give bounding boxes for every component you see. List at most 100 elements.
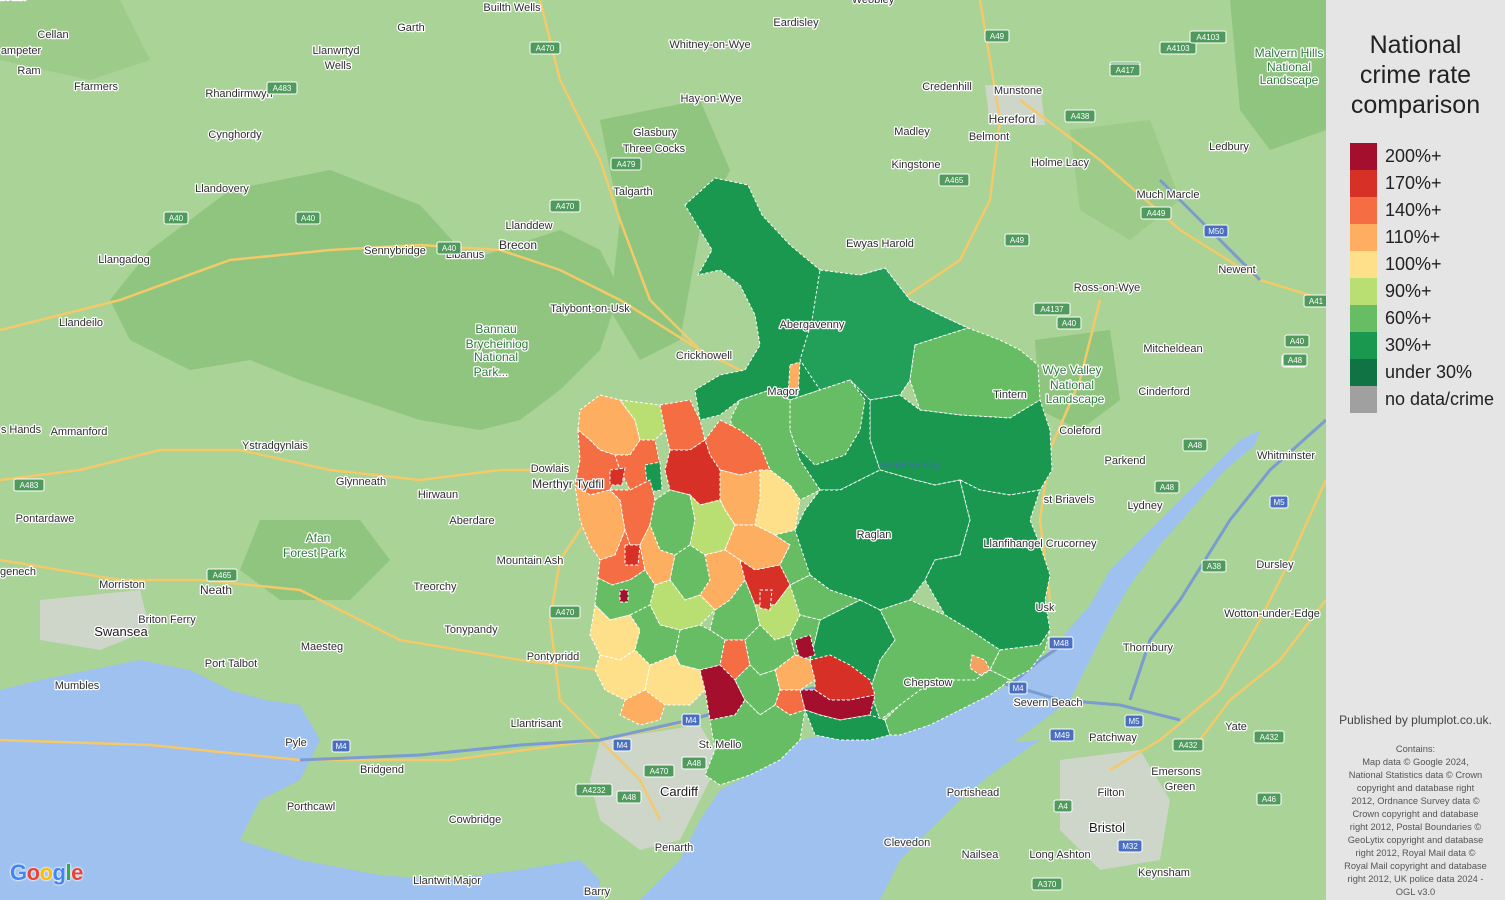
- legend-title-line: National: [1369, 31, 1462, 59]
- svg-text:A470: A470: [650, 767, 669, 776]
- place-label: Brecon: [499, 238, 537, 252]
- legend-swatch: [1350, 305, 1377, 332]
- legend-swatch: [1350, 224, 1377, 251]
- place-label: Abergavenny: [780, 319, 845, 331]
- place-label: Portishead: [947, 787, 1000, 799]
- place-label: Patchway: [1089, 732, 1137, 744]
- place-label: Morriston: [99, 579, 145, 591]
- place-label: Crickhowell: [676, 350, 732, 362]
- region-small-2[interactable]: [624, 544, 641, 566]
- region-small-3[interactable]: [759, 589, 773, 611]
- svg-text:A49: A49: [1010, 236, 1025, 245]
- legend-swatch: [1350, 332, 1377, 359]
- svg-text:A483: A483: [273, 84, 292, 93]
- svg-text:A49: A49: [990, 32, 1005, 41]
- svg-text:A48: A48: [687, 759, 702, 768]
- place-label: Forest Park: [283, 546, 346, 560]
- place-label: Pontypridd: [527, 651, 580, 663]
- legend-title: National crime rate comparison: [1326, 30, 1505, 120]
- legend-item: 90%+: [1350, 278, 1432, 305]
- attribution-line: Contains:: [1395, 744, 1436, 754]
- legend-item: no data/crime: [1350, 386, 1494, 413]
- publisher-credit: Published by plumplot.co.uk.: [1339, 713, 1492, 727]
- place-label: Wye Valley: [1042, 363, 1101, 377]
- svg-text:A48: A48: [1288, 356, 1303, 365]
- motorway-shield: M32: [1117, 839, 1143, 853]
- road-shield: A48: [681, 756, 707, 770]
- legend-swatch: [1350, 197, 1377, 224]
- place-label: Llanddew: [505, 220, 552, 232]
- legend-label: 100%+: [1385, 254, 1442, 274]
- attribution-line: Crown copyright and database: [1352, 809, 1479, 819]
- svg-text:M48: M48: [1053, 639, 1069, 648]
- legend-label: 110%+: [1385, 227, 1441, 247]
- road-shield: A4232: [575, 783, 613, 797]
- svg-text:A4103: A4103: [1196, 33, 1220, 42]
- svg-text:M4: M4: [685, 716, 697, 725]
- place-label: genech: [0, 566, 36, 578]
- place-label: Munstone: [994, 85, 1042, 97]
- svg-text:A48: A48: [1160, 483, 1175, 492]
- place-label: Coleford: [1059, 425, 1101, 437]
- svg-text:A41: A41: [1309, 297, 1324, 306]
- road-shield: A449: [1140, 206, 1172, 220]
- place-label: Sennybridge: [364, 245, 426, 257]
- region-small-red[interactable]: [619, 589, 629, 603]
- place-label: ampeter: [1, 45, 42, 57]
- legend-item: 110%+: [1350, 224, 1440, 251]
- place-label: Much Marcle: [1137, 189, 1200, 201]
- place-label: Talgarth: [613, 186, 652, 198]
- legend-swatch: [1350, 359, 1377, 386]
- svg-text:M5: M5: [1273, 498, 1285, 507]
- place-label: Merthyr Tydfil: [532, 477, 604, 491]
- road-shield: A4103: [1159, 41, 1197, 55]
- svg-text:A465: A465: [945, 176, 964, 185]
- place-label: National: [1267, 60, 1311, 74]
- legend-item: 200%+: [1350, 143, 1442, 170]
- motorway-shield: M5: [1269, 495, 1289, 509]
- legend-label: 60%+: [1385, 308, 1432, 328]
- road-shield: A48: [1182, 438, 1208, 452]
- place-label: Chepstow: [904, 677, 953, 689]
- legend-label: 170%+: [1385, 173, 1442, 193]
- road-shield: A4137: [1033, 302, 1071, 316]
- motorway-shield: M49: [1049, 728, 1075, 742]
- place-label: Pyle: [285, 737, 306, 749]
- place-label: Talybont-on-Usk: [550, 303, 630, 315]
- svg-text:A4103: A4103: [1166, 44, 1190, 53]
- road-shield: A4: [1053, 799, 1073, 813]
- place-label: Brycheiniog: [466, 337, 529, 351]
- place-label: Ross-on-Wye: [1074, 282, 1141, 294]
- motorway-shield: M4: [681, 713, 701, 727]
- svg-text:M4: M4: [335, 742, 347, 751]
- attribution-line: right 2012, UK police data 2024 -: [1347, 874, 1484, 884]
- legend-label: no data/crime: [1385, 389, 1495, 409]
- svg-text:A4: A4: [1058, 802, 1068, 811]
- svg-text:A48: A48: [1188, 441, 1203, 450]
- road-shield: A438: [1064, 109, 1096, 123]
- road-shield: A370: [1031, 877, 1063, 891]
- motorway-shield: M48: [1048, 636, 1074, 650]
- motorway-shield: M4: [331, 739, 351, 753]
- place-label: Tintern: [993, 389, 1027, 401]
- place-label: Swansea: [94, 624, 148, 639]
- place-label: Glasbury: [633, 127, 678, 139]
- svg-text:A417: A417: [1116, 66, 1135, 75]
- attribution-line: 2012, Ordnance Survey data ©: [1351, 796, 1480, 806]
- place-label: Llandovery: [195, 183, 249, 195]
- crime-rate-map[interactable]: Builth Wells Cellan ampeter Ram Garth Llanwrt…: [0, 0, 1326, 900]
- legend-item: 30%+: [1350, 332, 1432, 359]
- attribution-line: Royal Mail copyright and database: [1344, 861, 1487, 871]
- place-label: Bristol: [1089, 820, 1125, 835]
- place-label: Green: [1165, 781, 1196, 793]
- place-label: Landscape: [1046, 392, 1105, 406]
- legend-item: 60%+: [1350, 305, 1432, 332]
- place-label: Ram: [17, 65, 40, 77]
- place-label: Garth: [397, 22, 425, 34]
- place-label: Ffarmers: [74, 81, 119, 93]
- place-label: Bannau: [475, 322, 516, 336]
- place-label: Penarth: [655, 842, 694, 854]
- svg-text:M4: M4: [1012, 684, 1024, 693]
- place-label: Madley: [894, 126, 930, 138]
- place-label: Raglan: [857, 529, 892, 541]
